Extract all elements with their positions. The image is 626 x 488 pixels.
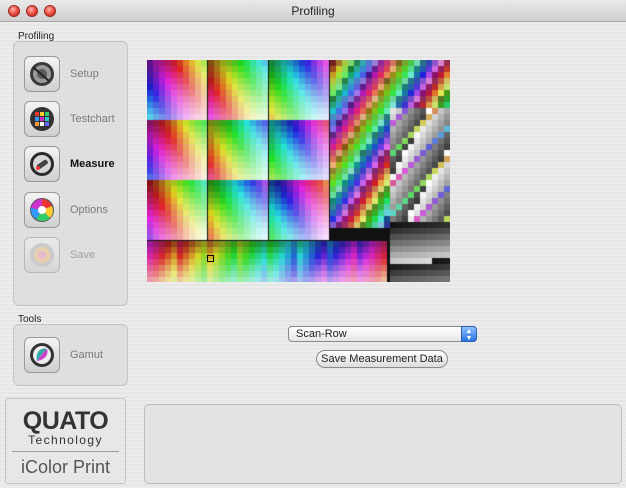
testchart-icon: [30, 107, 54, 131]
scan-mode-value: Scan-Row: [296, 328, 347, 340]
brand-subtitle: Technology: [28, 433, 103, 447]
title-bar: Profiling: [0, 0, 626, 22]
select-arrows-icon: ▲ ▼: [461, 326, 477, 342]
gamut-icon: [30, 343, 54, 367]
options-icon: [30, 198, 54, 222]
step-testchart[interactable]: Testchart: [24, 101, 124, 137]
product-name: iColor Print: [20, 457, 111, 477]
setup-button[interactable]: [24, 56, 60, 92]
testchart-label: Testchart: [70, 113, 115, 125]
save-label: Save: [70, 249, 96, 261]
setup-label: Setup: [70, 68, 99, 80]
scan-mode-select[interactable]: Scan-Row ▲ ▼: [288, 326, 477, 342]
options-label: Options: [70, 204, 108, 216]
profiling-panel: Setup Testchart Measure Options Save: [13, 41, 128, 306]
testchart-patch-grid: [147, 60, 450, 282]
brand-panel: QUATO Technology iColor Print: [5, 398, 126, 484]
brand-logo: QUATO: [22, 407, 109, 435]
step-measure[interactable]: Measure: [24, 146, 124, 182]
status-panel: [144, 404, 622, 484]
tool-gamut[interactable]: Gamut: [24, 337, 124, 373]
gamut-label: Gamut: [70, 349, 104, 361]
step-setup[interactable]: Setup: [24, 56, 124, 92]
save-measurement-data-button[interactable]: Save Measurement Data: [316, 350, 448, 368]
save-button[interactable]: [24, 237, 60, 273]
current-patch-cursor: [207, 255, 214, 262]
options-button[interactable]: [24, 192, 60, 228]
measure-label: Measure: [70, 158, 115, 170]
step-options[interactable]: Options: [24, 192, 124, 228]
window-title: Profiling: [291, 4, 335, 18]
testchart-button[interactable]: [24, 101, 60, 137]
gamut-button[interactable]: [24, 337, 60, 373]
measure-button[interactable]: [24, 146, 60, 182]
step-save[interactable]: Save: [24, 237, 124, 273]
brand-divider: [12, 451, 119, 452]
setup-icon: [30, 62, 54, 86]
save-icon: [30, 243, 54, 267]
tools-panel: Gamut: [13, 324, 128, 386]
measure-icon: [30, 152, 54, 176]
testchart-preview: [147, 60, 450, 282]
